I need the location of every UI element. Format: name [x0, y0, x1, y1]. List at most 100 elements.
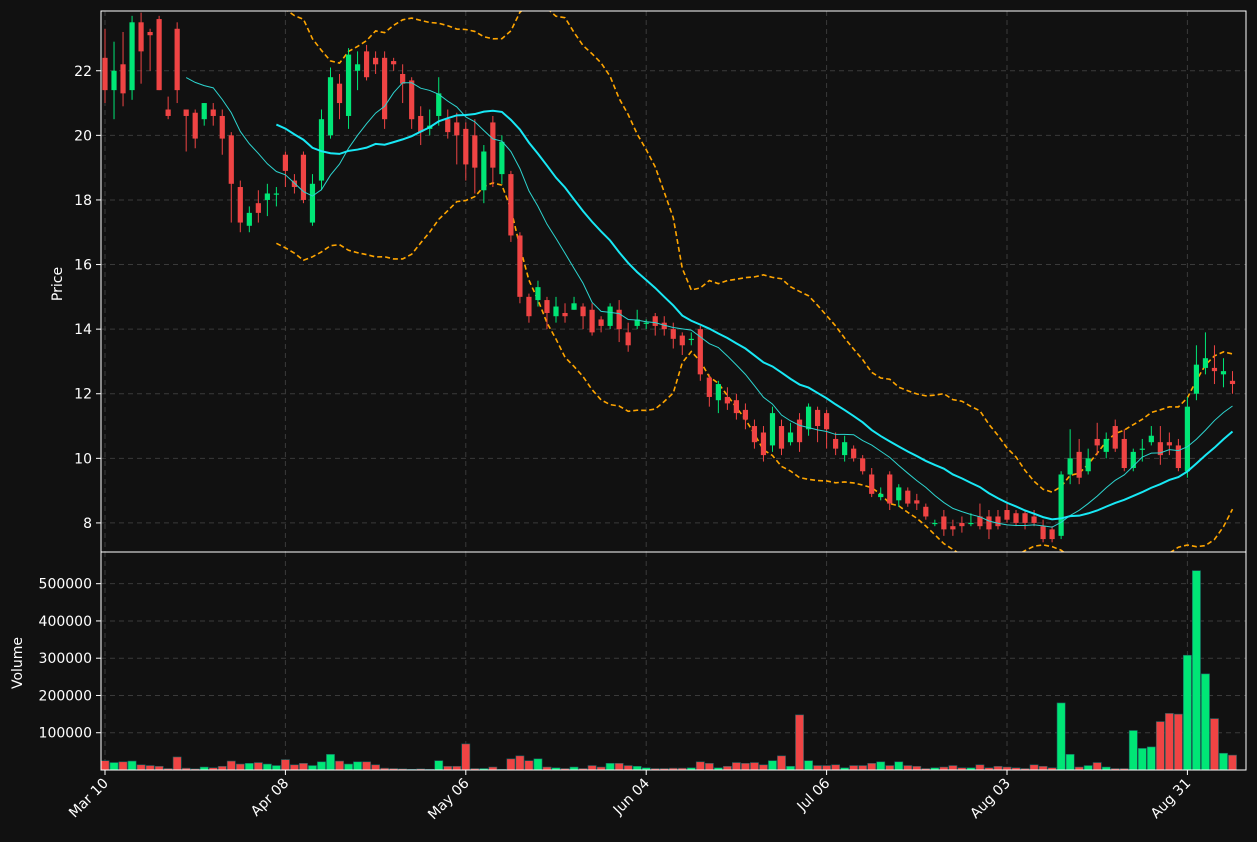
candle-body [950, 526, 956, 530]
volume-bar [172, 756, 182, 771]
candle-body [1220, 371, 1227, 375]
volume-bar [731, 762, 741, 771]
volume-bar [759, 764, 768, 771]
candle-body [102, 57, 108, 91]
candle-body [769, 413, 776, 446]
candle-body [1058, 474, 1064, 536]
candle-body [706, 377, 712, 397]
candle-body [354, 64, 361, 71]
candle-body [264, 193, 270, 200]
volume-bar [1155, 721, 1165, 771]
candle-body [1022, 513, 1028, 523]
volume-bar [795, 714, 804, 771]
price-tick-label: 22 [74, 64, 92, 80]
candle-body [120, 64, 126, 94]
candle-body [896, 487, 902, 501]
candle-body [1229, 380, 1236, 385]
volume-bar [353, 761, 362, 771]
candle-body [742, 409, 749, 420]
volume-bar [136, 764, 146, 771]
volume-bar [605, 762, 615, 771]
volume-bar [1029, 764, 1039, 771]
volume-bar [993, 765, 1003, 771]
candle-body [508, 174, 514, 236]
candle-body [860, 458, 866, 472]
candle-body [210, 109, 216, 116]
volume-bar [1137, 748, 1147, 771]
candle-body [805, 406, 812, 430]
candle-body [517, 235, 523, 297]
volume-bar [614, 762, 624, 771]
candle-body [1112, 426, 1118, 449]
candle-body [454, 122, 460, 136]
candle-body [183, 109, 189, 116]
candle-body [580, 306, 586, 317]
candle-body [616, 309, 622, 330]
price-tick-label: 14 [74, 322, 92, 338]
candle-body [1175, 445, 1181, 469]
candle-body [824, 413, 830, 430]
volume-bar [867, 762, 877, 771]
volume-bar [1219, 752, 1228, 771]
volume-bar [623, 765, 633, 771]
candle-body [282, 154, 288, 171]
candle-body [129, 22, 135, 91]
candle-body [192, 112, 198, 139]
candle-body [959, 522, 965, 527]
candle-body [255, 203, 261, 213]
candle-body [363, 51, 370, 78]
volume-bar [515, 755, 525, 771]
candle-body [228, 135, 234, 184]
volume-bar [100, 760, 110, 771]
candle-body [309, 183, 316, 223]
candle-body [138, 22, 144, 52]
candle-body [1211, 367, 1218, 372]
candle-body [905, 490, 911, 504]
candle-body [941, 516, 947, 530]
volume-bar [885, 765, 895, 771]
volume-bar [813, 765, 822, 771]
candle-body [607, 306, 613, 326]
volume-bar [948, 765, 958, 771]
volume-bar [804, 760, 813, 771]
volume-bar [271, 765, 281, 771]
volume-bar [849, 765, 859, 771]
candle-body [679, 335, 685, 346]
candle-body [1004, 510, 1010, 520]
volume-bar [326, 754, 335, 771]
candle-body [237, 187, 243, 223]
volume-bar [768, 760, 777, 771]
volume-bar [587, 765, 597, 771]
candle-body [751, 426, 758, 443]
candle-body [409, 80, 415, 120]
candle-body [1121, 438, 1127, 469]
volume-bar [876, 761, 886, 771]
volume-bar [1056, 702, 1066, 771]
volume-bar [912, 765, 922, 771]
candle-body [1202, 358, 1209, 368]
candle-body [670, 329, 676, 339]
candle-body [724, 396, 730, 404]
volume-bar [127, 760, 137, 771]
volume-bar [1083, 765, 1093, 771]
volume-bar [1173, 713, 1183, 771]
candle-body [1139, 448, 1145, 450]
volume-bar [1146, 746, 1156, 771]
volume-bar [1092, 762, 1102, 771]
volume-bar [217, 765, 227, 771]
candle-body [436, 93, 442, 116]
volume-bar [1164, 713, 1174, 771]
candle-body [833, 438, 839, 449]
chart-background [0, 0, 1257, 842]
candle-body [1148, 435, 1154, 443]
candle-body [111, 70, 117, 91]
candle-body [345, 54, 352, 116]
volume-bar [777, 755, 786, 771]
candle-body [715, 384, 721, 401]
volume-bar [317, 761, 326, 771]
candle-body [598, 319, 604, 326]
volume-bar [722, 765, 732, 771]
candle-body [219, 115, 225, 139]
volume-bar [235, 763, 245, 771]
candle-body [571, 303, 577, 310]
